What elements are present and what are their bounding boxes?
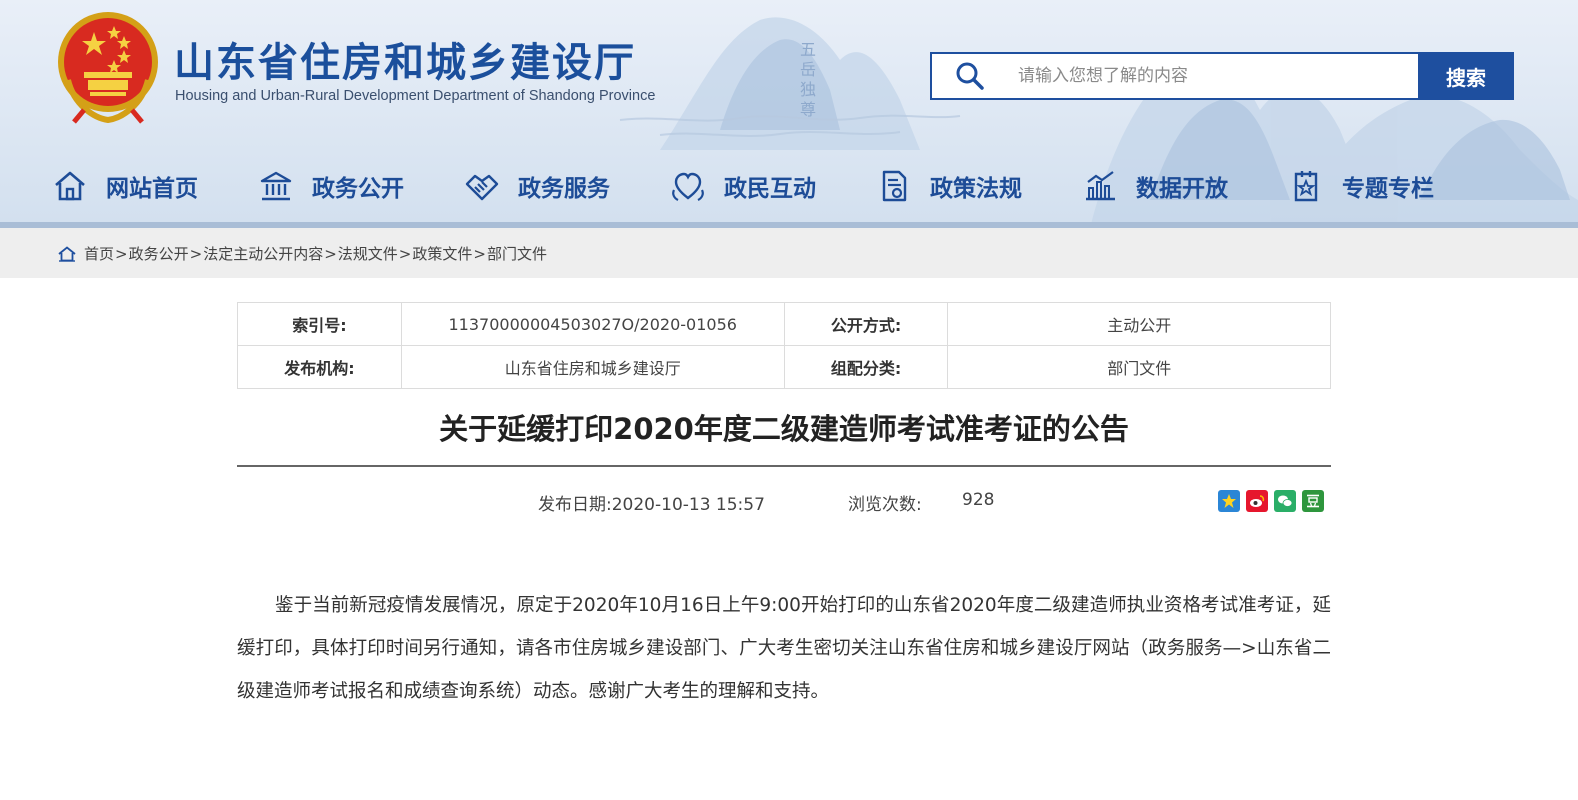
search-input[interactable] (1008, 54, 1418, 98)
nav-item-special-topics[interactable]: 专题专栏 (1288, 160, 1434, 212)
breadcrumb-link-department-documents[interactable]: 部门文件 (487, 243, 547, 264)
site-title: 山东省住房和城乡建设厅 (174, 40, 636, 86)
nav-label: 数据开放 (1136, 176, 1228, 202)
nav-label: 政务服务 (518, 176, 610, 202)
wechat-share-icon[interactable] (1274, 490, 1296, 512)
svg-text:独: 独 (800, 80, 816, 99)
breadcrumb-link-policy-documents[interactable]: 政策文件 (412, 243, 472, 264)
view-count-value: 928 (962, 490, 995, 510)
document-meta-table: 索引号: 11370000004503027O/2020-01056 公开方式:… (237, 302, 1331, 389)
article-body: 鉴于当前新冠疫情发展情况，原定于2020年10月16日上午9:00开始打印的山东… (237, 595, 1331, 702)
nav-item-government-affairs[interactable]: 政务公开 (258, 160, 404, 212)
publish-date: 发布日期:2020-10-13 15:57 (538, 495, 765, 515)
share-bar (1218, 490, 1324, 512)
table-row: 发布机构: 山东省住房和城乡建设厅 组配分类: 部门文件 (237, 345, 1331, 389)
nav-label: 专题专栏 (1342, 176, 1434, 202)
breadcrumb-separator: > (398, 244, 412, 263)
douban-share-icon[interactable] (1302, 490, 1324, 512)
svg-text:尊: 尊 (800, 100, 816, 119)
qzone-share-icon[interactable] (1218, 490, 1240, 512)
disclosure-method-label: 公开方式: (783, 302, 949, 346)
nav-label: 网站首页 (106, 176, 198, 202)
breadcrumb-separator: > (189, 244, 203, 263)
nav-label: 政策法规 (930, 176, 1022, 202)
home-icon (55, 171, 85, 201)
nav-item-government-services[interactable]: 政务服务 (464, 160, 610, 212)
site-header: 五 岳 独 尊 山东省住房和城乡建设厅 Housing and Urban-Ru… (0, 0, 1578, 228)
bar-chart-icon (1086, 171, 1115, 201)
breadcrumb-separator: > (324, 244, 337, 263)
svg-text:岳: 岳 (800, 60, 816, 79)
national-emblem-icon (58, 12, 158, 124)
handshake-icon (465, 174, 499, 201)
breadcrumb-link-home[interactable]: 首页 (84, 243, 114, 264)
breadcrumb: 首页 > 政务公开 > 法定主动公开内容 > 法规文件 > 政策文件 > 部门文… (58, 243, 547, 264)
nav-item-home[interactable]: 网站首页 (52, 160, 198, 212)
breadcrumb-separator: > (473, 244, 486, 263)
site-subtitle: Housing and Urban-Rural Development Depa… (175, 88, 656, 104)
breadcrumb-link-government-affairs[interactable]: 政务公开 (129, 243, 189, 264)
title-divider (237, 465, 1331, 467)
publisher-value: 山东省住房和城乡建设厅 (400, 345, 785, 389)
nav-label: 政务公开 (312, 176, 404, 202)
index-number-value: 11370000004503027O/2020-01056 (400, 302, 785, 346)
publisher-label: 发布机构: (237, 345, 402, 389)
table-row: 索引号: 11370000004503027O/2020-01056 公开方式:… (237, 302, 1331, 346)
disclosure-method-value: 主动公开 (947, 302, 1331, 346)
home-icon (58, 245, 76, 262)
category-label: 组配分类: (783, 345, 949, 389)
search-button[interactable]: 搜索 (1418, 52, 1514, 100)
category-value: 部门文件 (947, 345, 1331, 389)
nav-item-policies-regulations[interactable]: 政策法规 (876, 160, 1022, 212)
breadcrumb-separator: > (115, 244, 128, 263)
breadcrumb-link-statutory-disclosure[interactable]: 法定主动公开内容 (203, 243, 323, 264)
nav-label: 政民互动 (724, 176, 816, 202)
search-icon (932, 54, 1008, 98)
star-document-icon (1294, 171, 1318, 202)
weibo-share-icon[interactable] (1246, 490, 1268, 512)
breadcrumb-bar: 首页 > 政务公开 > 法定主动公开内容 > 法规文件 > 政策文件 > 部门文… (0, 228, 1578, 278)
view-count-label: 浏览次数: (848, 495, 922, 515)
breadcrumb-link-regulations[interactable]: 法规文件 (338, 243, 398, 264)
government-building-icon (260, 171, 292, 201)
document-icon (882, 170, 907, 202)
nav-item-open-data[interactable]: 数据开放 (1082, 160, 1228, 212)
search-bar: 搜索 (930, 52, 1514, 100)
svg-text:五: 五 (800, 40, 816, 59)
index-number-label: 索引号: (237, 302, 402, 346)
interaction-icon (672, 172, 704, 201)
article-title: 关于延缓打印2020年度二级建造师考试准考证的公告 (439, 412, 1129, 446)
nav-item-public-interaction[interactable]: 政民互动 (670, 160, 816, 212)
main-nav: 网站首页 政务公开 政务服务 政民互动 政策法规 数据开放 专题专栏 (52, 160, 1434, 212)
